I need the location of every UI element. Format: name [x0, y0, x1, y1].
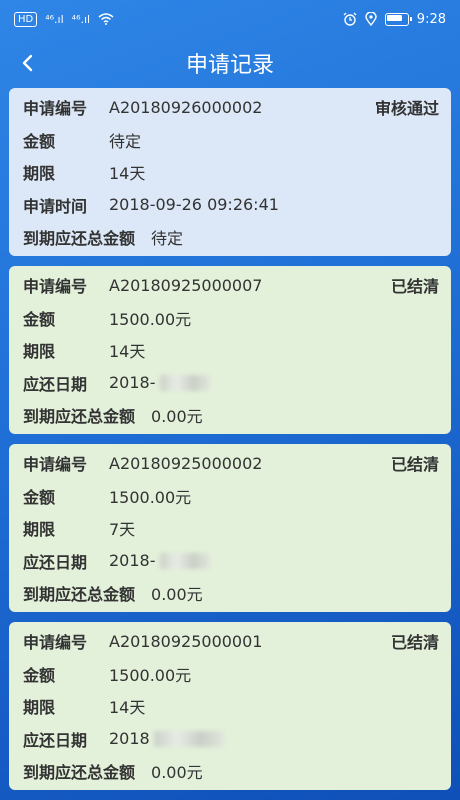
record-card[interactable]: 申请编号 A20180925000007 已结清 金额 1500.00元 期限 14天 …: [9, 266, 451, 434]
total-label: 到期应还总金额: [23, 585, 136, 605]
signal-icon: ⁴⁶.ıl: [45, 12, 64, 26]
id-label: 申请编号: [23, 455, 88, 475]
term-label: 期限: [23, 698, 56, 718]
term-label: 期限: [23, 520, 56, 540]
signal-icon-2: ⁴⁶.ıl: [71, 12, 91, 26]
term-value: 14天: [109, 698, 146, 718]
term-value: 7天: [109, 520, 136, 540]
status-badge: 审核通过: [374, 99, 439, 119]
blurred-date: [153, 730, 224, 747]
record-id: A20180925000002: [109, 453, 263, 473]
blurred-date: [159, 374, 210, 391]
status-badge: 已结清: [390, 277, 439, 297]
amount-value: 1500.00元: [109, 487, 192, 507]
date-value: 2018-: [109, 373, 156, 393]
id-label: 申请编号: [23, 99, 88, 119]
total-label: 到期应还总金额: [23, 407, 136, 427]
record-card[interactable]: 申请编号 A20180925000001 已结清 金额 1500.00元 期限 14天 …: [9, 622, 451, 790]
status-bar: HD ⁴⁶.ıl ⁴⁶.ıl 9:28: [0, 0, 460, 38]
status-time: 9:28: [416, 11, 446, 27]
record-id: A20180926000002: [109, 97, 263, 117]
location-icon: [365, 12, 377, 26]
amount-label: 金额: [23, 487, 56, 507]
back-arrow-icon[interactable]: [16, 50, 42, 76]
date-value: 2018: [109, 729, 150, 749]
date-label: 申请时间: [23, 196, 88, 216]
wifi-icon: [98, 13, 114, 25]
total-value: 0.00元: [151, 585, 203, 605]
date-value: 2018-: [109, 551, 156, 571]
record-id: A20180925000007: [109, 275, 263, 295]
record-card[interactable]: 申请编号 A20180926000002 审核通过 金额 待定 期限 14天 申请时间 2…: [9, 88, 451, 256]
battery-icon: [384, 12, 412, 26]
amount-label: 金额: [23, 665, 56, 685]
total-value: 0.00元: [151, 763, 203, 783]
id-label: 申请编号: [23, 277, 88, 297]
amount-value: 待定: [109, 131, 142, 151]
date-label: 应还日期: [23, 552, 88, 572]
record-card[interactable]: 申请编号 A20180925000002 已结清 金额 1500.00元 期限 7天 应…: [9, 444, 451, 612]
page-title: 申请记录: [185, 53, 274, 78]
hd-icon: HD: [14, 11, 38, 27]
amount-value: 1500.00元: [109, 665, 192, 685]
term-value: 14天: [109, 164, 146, 184]
status-badge: 已结清: [390, 633, 439, 653]
date-label: 应还日期: [23, 730, 88, 750]
total-value: 0.00元: [151, 407, 203, 427]
amount-label: 金额: [23, 309, 56, 329]
amount-value: 1500.00元: [109, 309, 192, 329]
term-label: 期限: [23, 164, 56, 184]
date-label: 应还日期: [23, 374, 88, 394]
id-label: 申请编号: [23, 633, 88, 653]
date-value: 2018-09-26 09:26:41: [109, 195, 279, 215]
blurred-date: [159, 552, 210, 569]
term-label: 期限: [23, 342, 56, 362]
total-label: 到期应还总金额: [23, 763, 136, 783]
status-badge: 已结清: [390, 455, 439, 475]
header-bar: 申请记录: [0, 38, 460, 88]
term-value: 14天: [109, 342, 146, 362]
total-value: 待定: [151, 229, 184, 249]
total-label: 到期应还总金额: [23, 229, 136, 249]
amount-label: 金额: [23, 131, 56, 151]
alarm-icon: [343, 12, 357, 26]
record-id: A20180925000001: [109, 631, 263, 651]
